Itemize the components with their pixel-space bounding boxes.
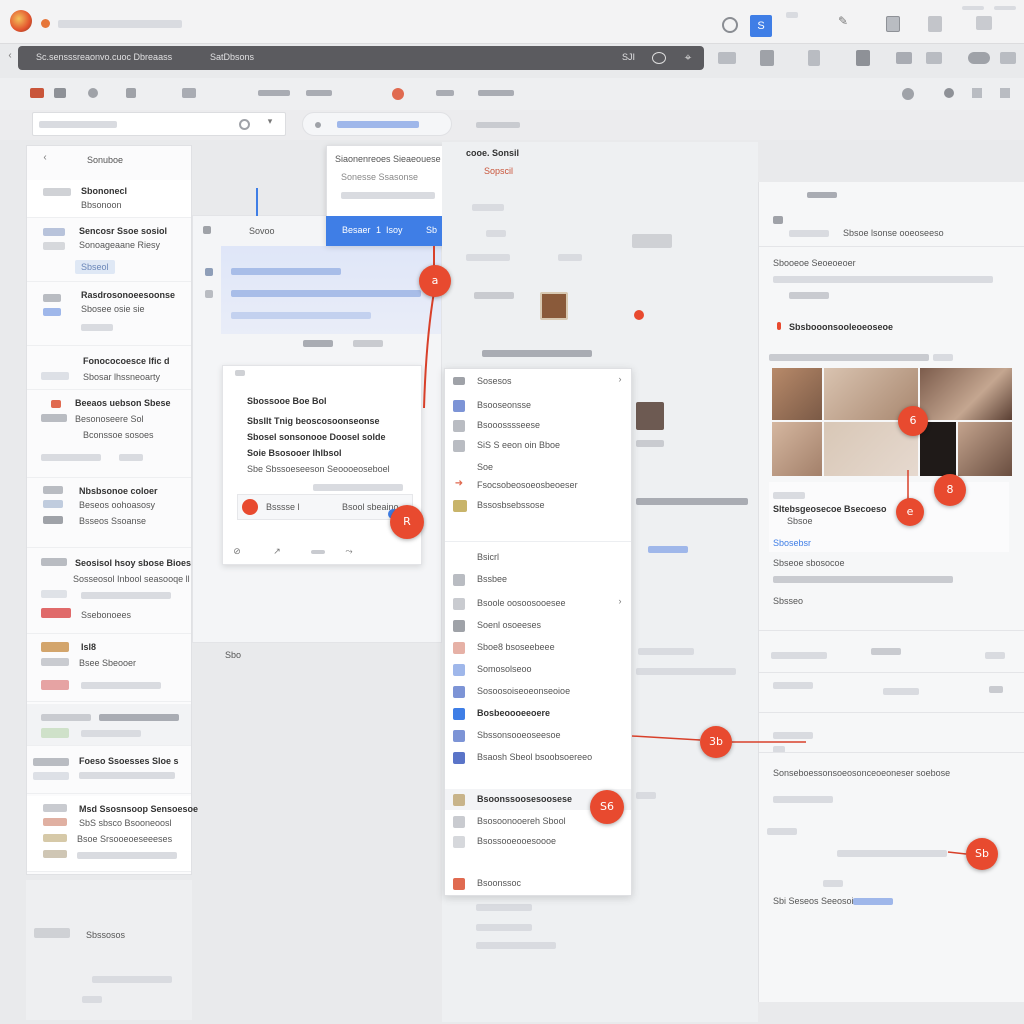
annotation-badge[interactable]: 6 bbox=[898, 406, 928, 436]
annotation-line bbox=[423, 291, 435, 409]
annotation-line bbox=[947, 851, 967, 855]
annotation-badge[interactable]: 8 bbox=[934, 474, 966, 506]
annotation-badge[interactable]: e bbox=[896, 498, 924, 526]
annotation-badge[interactable]: a bbox=[419, 265, 451, 297]
annotation-line bbox=[631, 735, 701, 741]
annotation-badge[interactable]: R bbox=[390, 505, 424, 539]
annotation-badge[interactable]: 3b bbox=[700, 726, 732, 758]
annotation-overlay bbox=[423, 246, 967, 855]
annotation-badge[interactable]: S6 bbox=[590, 790, 624, 824]
annotation-badge[interactable]: Sb bbox=[966, 838, 998, 870]
